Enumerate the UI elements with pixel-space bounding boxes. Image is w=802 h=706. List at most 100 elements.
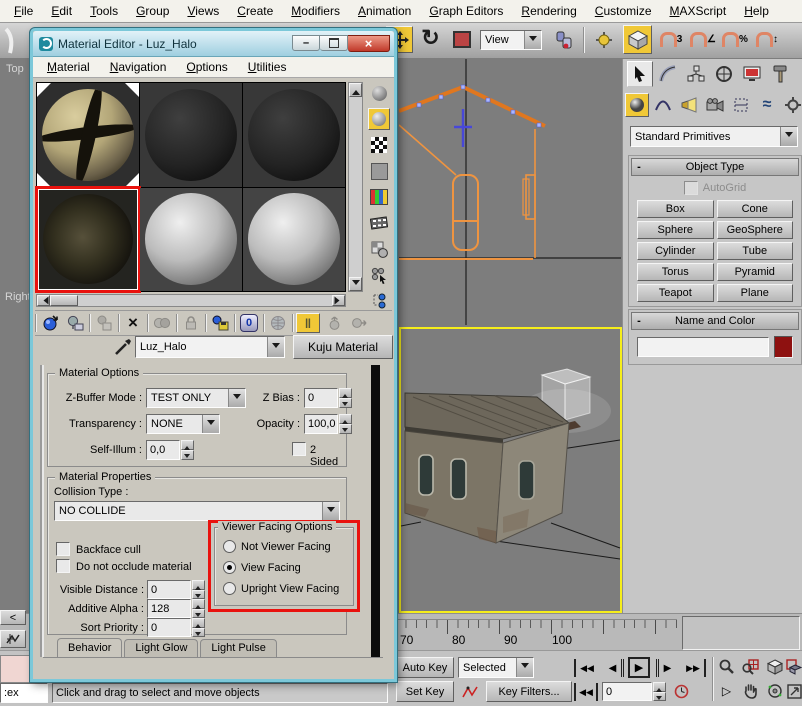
macro-recorder-pane[interactable]	[0, 655, 32, 683]
not-viewer-facing-radio[interactable]	[223, 540, 236, 553]
zbias-field[interactable]: 0	[304, 388, 338, 408]
object-color-swatch[interactable]	[774, 336, 793, 358]
name-color-header[interactable]: - Name and Color	[631, 312, 799, 330]
primitive-category-arrow[interactable]	[780, 127, 797, 146]
assign-material-to-selection-icon[interactable]	[93, 313, 115, 333]
video-color-check-icon[interactable]	[368, 186, 390, 208]
category-shapes-button[interactable]	[651, 93, 675, 117]
rollout-scrollbar[interactable]	[371, 365, 380, 657]
front-viewport[interactable]	[399, 59, 621, 325]
timeline-scroll-left-button[interactable]: <	[0, 610, 26, 625]
backlight-icon[interactable]	[368, 108, 390, 130]
pyramid-button[interactable]: Pyramid	[717, 263, 794, 281]
menu-customize[interactable]: Customize	[587, 2, 660, 20]
sample-slot-2[interactable]	[140, 83, 242, 187]
previous-frame-button[interactable]: ◀	[604, 659, 624, 677]
maximize-viewport-toggle-button[interactable]	[786, 681, 802, 701]
view-facing-radio[interactable]	[223, 561, 236, 574]
material-map-navigator-icon[interactable]	[368, 290, 390, 312]
next-frame-button[interactable]: ▶	[656, 659, 676, 677]
snaps-toggle-button[interactable]	[623, 25, 652, 54]
material-id-channel-icon[interactable]: 0	[238, 313, 260, 333]
slots-horizontal-scrollbar[interactable]	[36, 294, 346, 307]
sample-uv-tiling-icon[interactable]	[368, 160, 390, 182]
select-and-rotate-button[interactable]: ↻	[417, 26, 444, 53]
menu-modifiers[interactable]: Modifiers	[283, 2, 348, 20]
menu-help[interactable]: Help	[736, 2, 777, 20]
additive-alpha-spinner[interactable]	[192, 599, 205, 618]
menu-graph-editors[interactable]: Graph Editors	[421, 2, 511, 20]
category-spacewarps-button[interactable]: ≈	[755, 93, 779, 117]
zoom-extents-all-button[interactable]	[786, 657, 802, 677]
autogrid-checkbox[interactable]	[684, 181, 698, 195]
put-to-library-icon[interactable]	[209, 313, 231, 333]
tab-light-glow[interactable]: Light Glow	[124, 639, 198, 657]
reset-map-icon[interactable]: ×	[122, 313, 144, 333]
tab-hierarchy[interactable]	[683, 61, 709, 87]
go-to-end-button[interactable]: ▶▶	[682, 659, 706, 677]
material-name-dropdown[interactable]: Luz_Halo	[135, 336, 285, 358]
play-button[interactable]: ▶	[628, 657, 650, 678]
show-map-in-viewport-icon[interactable]	[267, 313, 289, 333]
category-cameras-button[interactable]	[703, 93, 727, 117]
sample-slot-1[interactable]	[37, 83, 139, 187]
plane-button[interactable]: Plane	[717, 284, 794, 302]
collision-type-arrow[interactable]	[322, 502, 339, 520]
reference-coordinate-arrow[interactable]	[524, 31, 541, 49]
slots-vertical-scrollbar[interactable]	[348, 82, 363, 292]
perspective-viewport[interactable]	[399, 327, 622, 613]
menu-group[interactable]: Group	[128, 2, 177, 20]
menu-edit[interactable]: Edit	[43, 2, 80, 20]
menu-maxscript[interactable]: MAXScript	[662, 2, 735, 20]
cone-button[interactable]: Cone	[717, 200, 794, 218]
menu-animation[interactable]: Animation	[350, 2, 419, 20]
torus-button[interactable]: Torus	[637, 263, 714, 281]
opacity-field[interactable]: 100,0	[304, 414, 338, 434]
visible-distance-field[interactable]: 0	[147, 580, 191, 599]
tab-behavior[interactable]: Behavior	[57, 638, 122, 658]
sort-priority-field[interactable]: 0	[147, 618, 191, 637]
sample-slot-5[interactable]	[140, 188, 242, 292]
field-of-view-button[interactable]: ▷	[716, 681, 737, 701]
angle-snap-button[interactable]: ∠	[689, 26, 717, 53]
tab-light-pulse[interactable]: Light Pulse	[200, 639, 276, 657]
menu-views[interactable]: Views	[179, 2, 227, 20]
self-illum-spinner[interactable]	[181, 440, 194, 460]
put-material-to-scene-icon[interactable]	[64, 313, 86, 333]
go-forward-to-sibling-icon[interactable]	[348, 313, 370, 333]
set-key-button[interactable]: Set Key	[396, 681, 454, 702]
selection-set-arrow[interactable]	[516, 658, 533, 677]
get-material-icon[interactable]	[39, 313, 61, 333]
menu-rendering[interactable]: Rendering	[513, 2, 584, 20]
menu-options[interactable]: Options	[176, 59, 237, 75]
current-frame-field[interactable]: 0	[602, 682, 652, 701]
object-type-header[interactable]: - Object Type	[631, 158, 799, 176]
transparency-dropdown[interactable]: NONE	[146, 414, 220, 434]
selection-set-dropdown[interactable]: Selected	[458, 657, 534, 678]
pan-button[interactable]	[740, 681, 761, 701]
spinner-snap-button[interactable]: ↕	[753, 26, 781, 53]
sphere-button[interactable]: Sphere	[637, 221, 714, 239]
object-name-input[interactable]	[637, 337, 769, 357]
collision-type-dropdown[interactable]: NO COLLIDE	[54, 501, 340, 521]
show-end-result-icon[interactable]: ‖	[296, 313, 320, 333]
minimize-button[interactable]: –	[292, 35, 320, 51]
material-editor-titlebar[interactable]: Material Editor - Luz_Halo – ×	[33, 31, 394, 57]
sample-slot-4-selected[interactable]	[37, 188, 139, 292]
percent-snap-button[interactable]: %	[721, 26, 749, 53]
tab-create[interactable]	[627, 61, 653, 87]
sample-slot-6[interactable]	[243, 188, 345, 292]
zbias-spinner[interactable]	[339, 388, 352, 408]
time-configuration-button[interactable]	[670, 682, 692, 701]
self-illum-field[interactable]: 0,0	[146, 440, 180, 460]
zoom-button[interactable]	[716, 657, 737, 677]
select-and-manipulate-button[interactable]	[590, 26, 617, 53]
go-to-start-button[interactable]: ◀◀	[574, 659, 598, 677]
menu-tools[interactable]: Tools	[82, 2, 126, 20]
key-filters-button[interactable]: Key Filters...	[486, 681, 572, 702]
tab-utilities[interactable]	[767, 61, 793, 87]
occlude-checkbox[interactable]	[56, 559, 70, 573]
backface-cull-checkbox[interactable]	[56, 542, 70, 556]
options-icon[interactable]	[368, 238, 390, 260]
material-name-arrow[interactable]	[267, 337, 284, 357]
